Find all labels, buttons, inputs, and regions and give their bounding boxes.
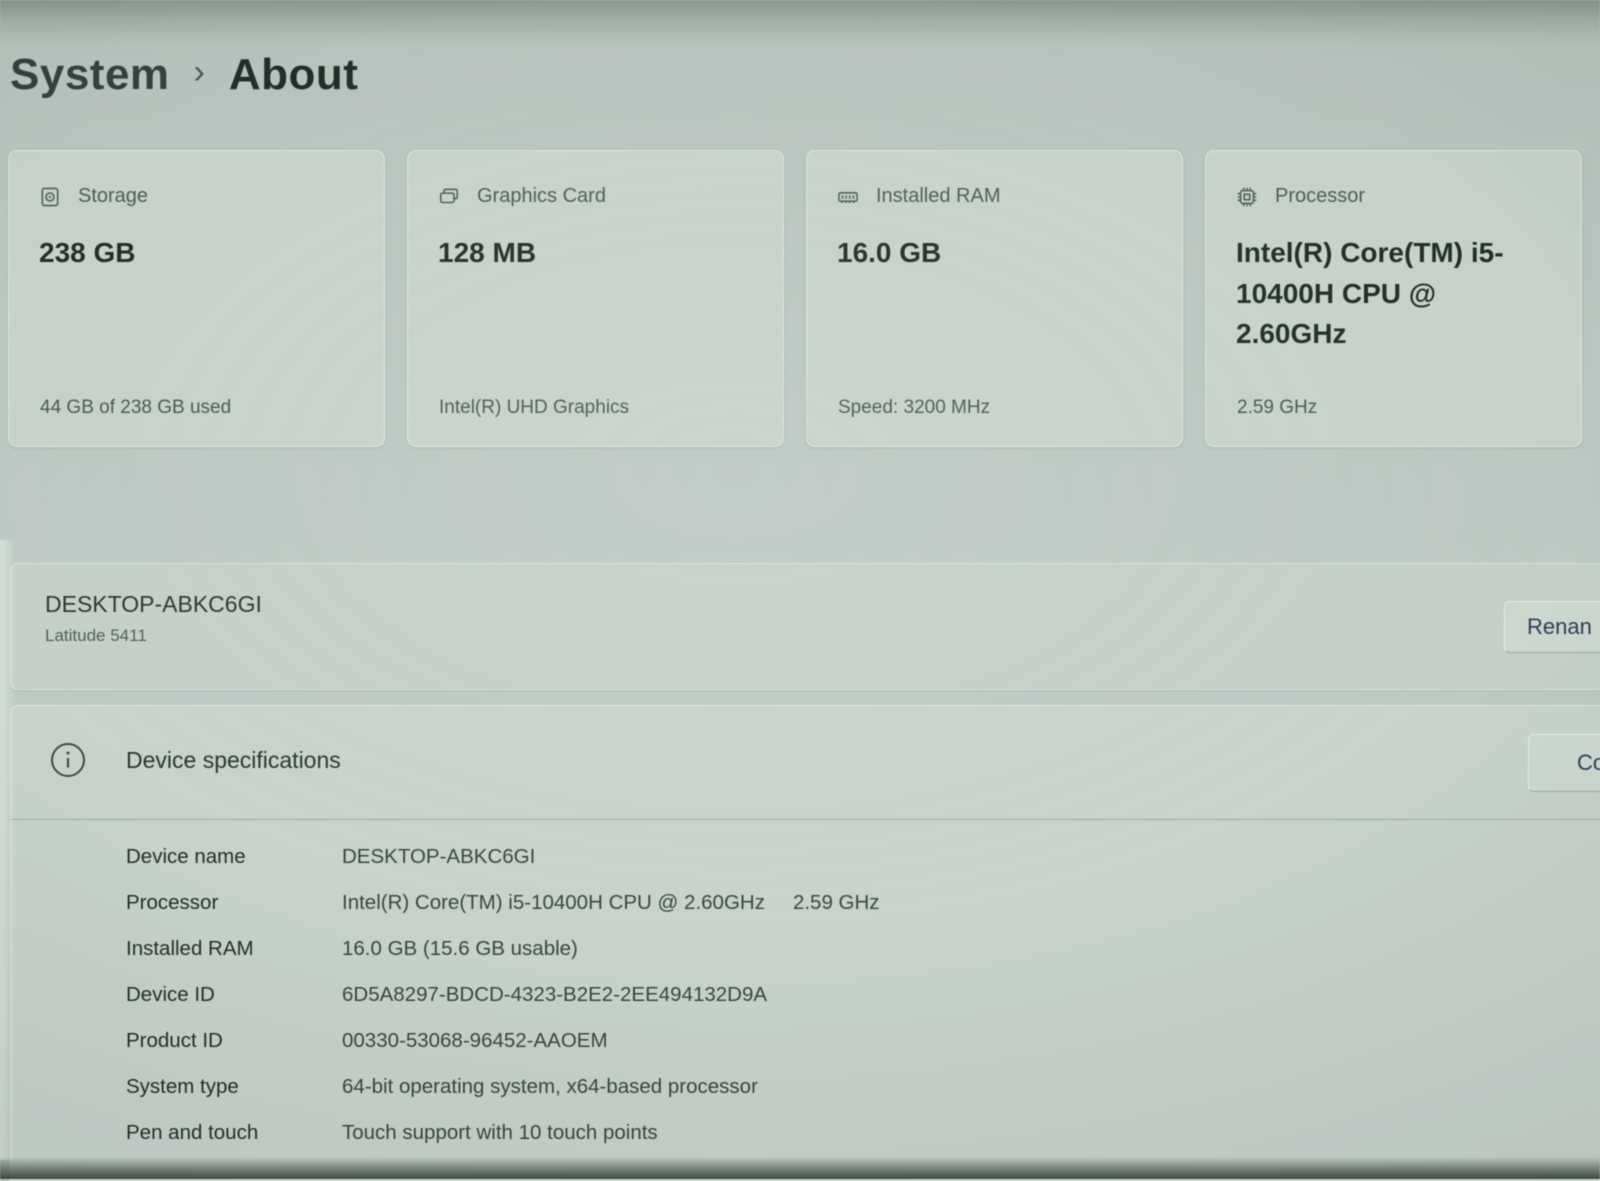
spec-label: Device ID <box>126 983 342 1007</box>
spec-value: 6D5A8297-BDCD-4323-B2E2-2EE494132D9A <box>342 983 767 1007</box>
summary-cards: Storage 238 GB 44 GB of 238 GB used Grap… <box>8 150 1582 447</box>
device-name: DESKTOP-ABKC6GI <box>45 591 262 618</box>
device-specifications-title: Device specifications <box>126 747 341 774</box>
spec-row-installed-ram: Installed RAM 16.0 GB (15.6 GB usable) <box>126 926 880 972</box>
spec-value: DESKTOP-ABKC6GI <box>342 845 535 869</box>
copy-button[interactable]: Co <box>1528 734 1600 792</box>
storage-card: Storage 238 GB 44 GB of 238 GB used <box>8 150 385 447</box>
installed-ram-card-value: 16.0 GB <box>837 233 1137 274</box>
breadcrumb: System › About <box>10 50 358 100</box>
spec-row-device-id: Device ID 6D5A8297-BDCD-4323-B2E2-2EE494… <box>126 972 880 1018</box>
processor-icon <box>1236 186 1258 208</box>
storage-icon <box>39 186 61 208</box>
spec-label: Device name <box>126 845 342 869</box>
device-specifications-expander[interactable]: Device specifications Co <box>11 706 1600 819</box>
storage-card-caption: 44 GB of 238 GB used <box>40 397 231 419</box>
spec-row-system-type: System type 64-bit operating system, x64… <box>126 1064 880 1110</box>
graphics-card-caption: Intel(R) UHD Graphics <box>439 397 629 419</box>
spec-row-product-id: Product ID 00330-53068-96452-AAOEM <box>126 1018 880 1064</box>
settings-about-page: System › About Storage 238 GB 44 GB of 2… <box>0 0 1600 1179</box>
processor-card-label: Processor <box>1275 185 1365 208</box>
spec-label: System type <box>126 1075 342 1099</box>
screen-top-shade <box>0 0 1600 36</box>
spec-label: Product ID <box>126 1029 342 1053</box>
info-icon <box>49 741 87 779</box>
installed-ram-card-caption: Speed: 3200 MHz <box>838 397 990 419</box>
spec-value: 00330-53068-96452-AAOEM <box>342 1029 608 1053</box>
graphics-card-header: Graphics Card <box>438 185 753 208</box>
spec-value-secondary: 2.59 GHz <box>793 891 880 915</box>
spec-row-device-name: Device name DESKTOP-ABKC6GI <box>126 834 880 880</box>
device-model: Latitude 5411 <box>45 626 147 646</box>
spec-value: Touch support with 10 touch points <box>342 1121 658 1145</box>
graphics-card-value: 128 MB <box>438 233 738 274</box>
storage-card-label: Storage <box>78 185 148 208</box>
spec-row-processor: Processor Intel(R) Core(TM) i5-10400H CP… <box>126 880 880 926</box>
spec-label: Installed RAM <box>126 937 342 961</box>
spec-label: Pen and touch <box>126 1121 342 1145</box>
divider <box>11 819 1600 820</box>
processor-card-value: Intel(R) Core(TM) i5-10400H CPU @ 2.60GH… <box>1236 233 1536 355</box>
installed-ram-card-label: Installed RAM <box>876 185 1001 208</box>
specs-rows: Device name DESKTOP-ABKC6GI Processor In… <box>126 834 880 1156</box>
processor-card-header: Processor <box>1236 185 1551 208</box>
chevron-right-icon: › <box>194 53 205 92</box>
spec-row-pen-and-touch: Pen and touch Touch support with 10 touc… <box>126 1110 880 1156</box>
spec-value: 16.0 GB (15.6 GB usable) <box>342 937 578 961</box>
processor-card: Processor Intel(R) Core(TM) i5-10400H CP… <box>1205 150 1582 447</box>
graphics-card-card: Graphics Card 128 MB Intel(R) UHD Graphi… <box>407 150 784 447</box>
installed-ram-card-header: Installed RAM <box>837 185 1152 208</box>
spec-value: 64-bit operating system, x64-based proce… <box>342 1075 758 1099</box>
storage-card-value: 238 GB <box>39 233 339 274</box>
page-title: About <box>229 50 359 100</box>
ram-icon <box>837 186 859 208</box>
graphics-card-label: Graphics Card <box>477 185 606 208</box>
spec-value: Intel(R) Core(TM) i5-10400H CPU @ 2.60GH… <box>342 891 765 915</box>
device-specifications-panel: Device specifications Co Device name DES… <box>10 705 1600 1181</box>
rename-button[interactable]: Renan <box>1504 601 1600 653</box>
breadcrumb-system[interactable]: System <box>10 50 170 100</box>
storage-card-header: Storage <box>39 185 354 208</box>
spec-label: Processor <box>126 891 342 915</box>
device-name-panel: DESKTOP-ABKC6GI Latitude 5411 Renan <box>10 563 1600 690</box>
processor-card-caption: 2.59 GHz <box>1237 397 1317 419</box>
installed-ram-card: Installed RAM 16.0 GB Speed: 3200 MHz <box>806 150 1183 447</box>
graphics-card-icon <box>438 186 460 208</box>
